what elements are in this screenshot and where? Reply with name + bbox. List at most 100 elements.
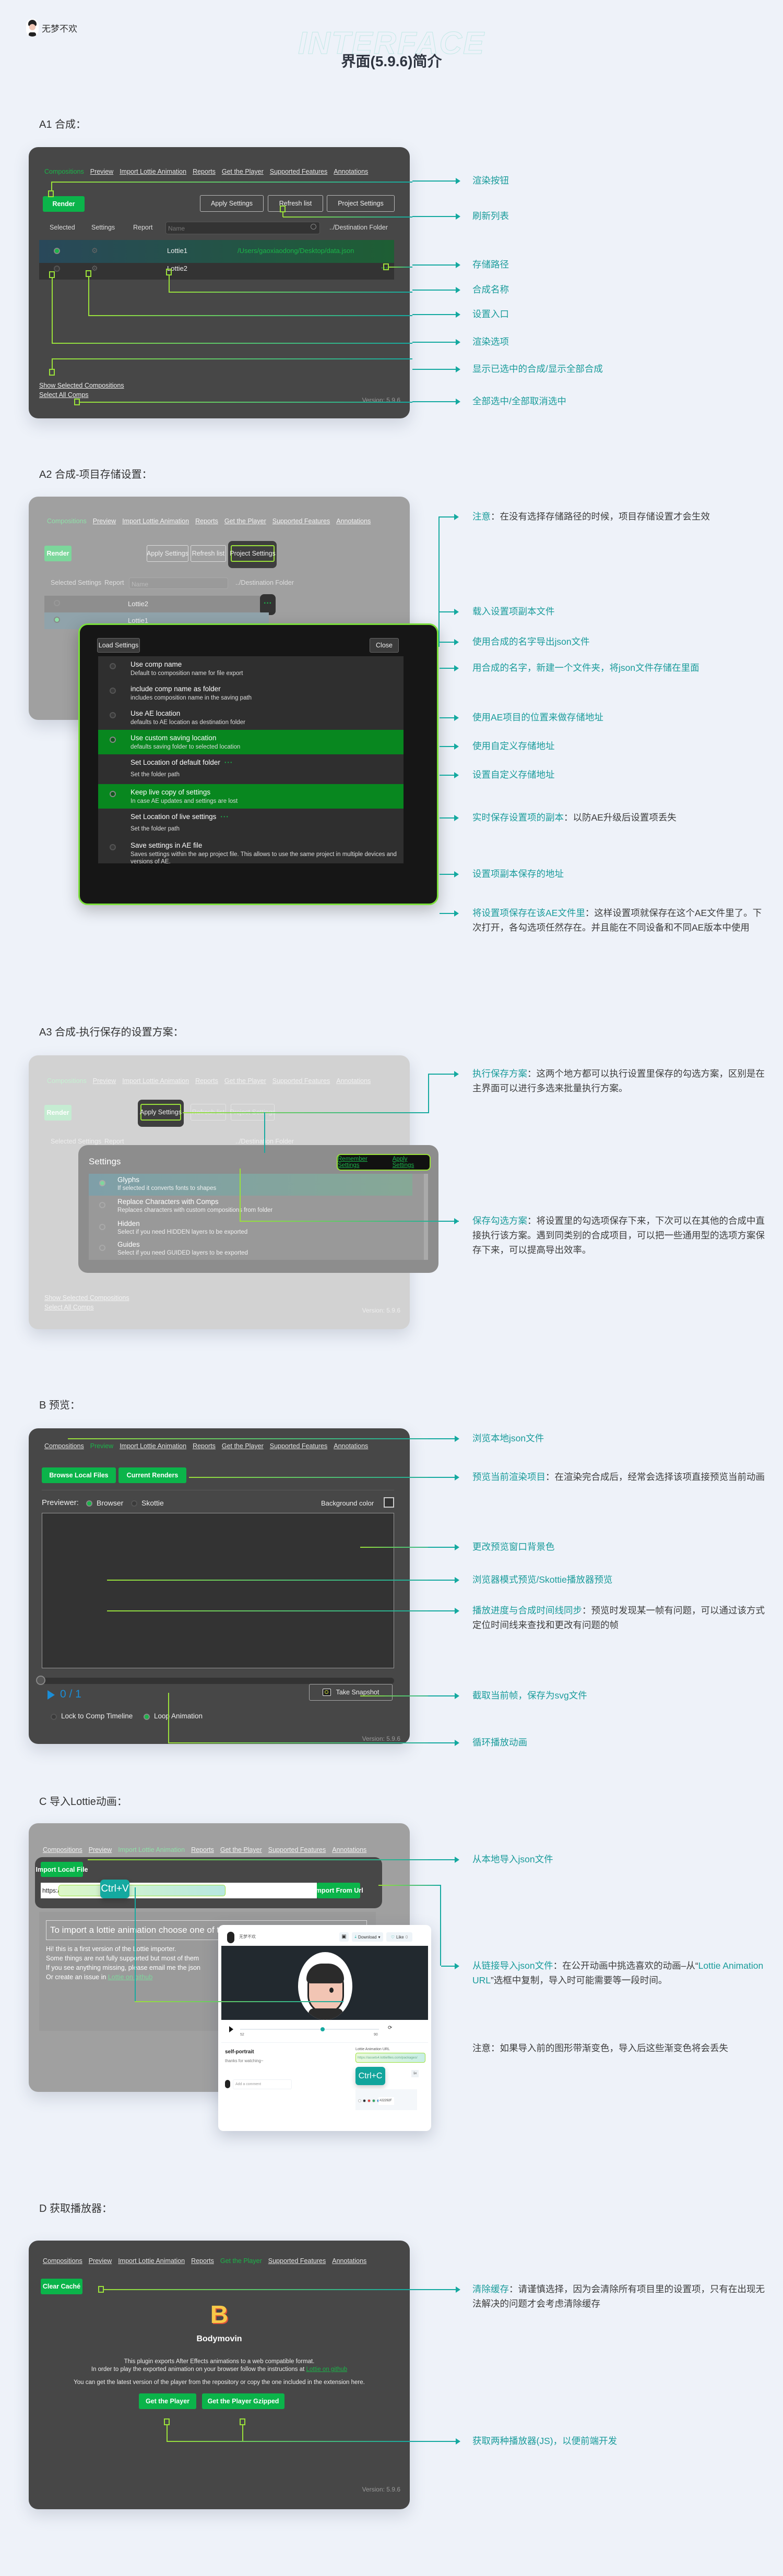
previewer-skottie-radio[interactable] [131,1500,137,1507]
speed-label[interactable]: 1x [411,2070,419,2077]
color-swatch[interactable] [358,2099,361,2102]
tab-annotations[interactable]: Annotations [336,517,371,525]
tab-annotations[interactable]: Annotations [332,2257,366,2265]
search-input[interactable]: Name [129,577,228,589]
url-input[interactable] [58,1885,226,1896]
tab-import[interactable]: Import Lottie Animation [118,2257,185,2265]
option-radio[interactable] [110,688,116,694]
setting-glyphs[interactable]: Glyphs If selected it converts fonts to … [89,1174,412,1196]
get-player-button[interactable]: Get the Player [139,2393,196,2409]
render-button[interactable]: Render [44,1105,72,1121]
lottie-seek-thumb[interactable] [321,2027,325,2031]
table-row[interactable]: Lottie2 [44,596,269,612]
tab-reports[interactable]: Reports [195,1077,218,1085]
tab-supported-features[interactable]: Supported Features [272,1077,330,1085]
project-settings-button[interactable]: Project Settings [230,545,276,562]
color-swatch[interactable] [363,2099,366,2102]
option-radio[interactable] [110,663,116,669]
option-include-comp-folder[interactable]: include comp name as folder includes com… [98,681,404,705]
tab-get-player[interactable]: Get the Player [220,1846,262,1853]
more-icon[interactable]: ··· [220,813,229,821]
option-use-comp-name[interactable]: Use comp name Default to composition nam… [98,656,404,681]
loop-icon[interactable]: ⟳ [388,2025,392,2031]
tab-supported-features[interactable]: Supported Features [268,2257,326,2265]
setting-radio[interactable] [99,1202,105,1208]
tab-preview[interactable]: Preview [90,168,113,175]
apply-settings-button[interactable]: Apply Settings [147,545,188,562]
take-snapshot-button[interactable]: Take Snapshot [309,1684,393,1701]
refresh-list-button[interactable]: Refresh list [268,195,323,212]
browse-local-files-button[interactable]: Browse Local Files [42,1467,116,1483]
lottie-seek-track[interactable] [240,2027,379,2031]
tab-import[interactable]: Import Lottie Animation [120,168,186,175]
previewer-browser-radio[interactable] [86,1500,92,1507]
option-radio[interactable] [110,737,116,743]
row-select-radio[interactable] [54,617,60,623]
tab-supported-features[interactable]: Supported Features [272,517,330,525]
play-icon[interactable] [48,1690,55,1700]
row-select-radio[interactable] [54,248,60,254]
color-swatch[interactable] [372,2099,375,2102]
tab-import[interactable]: Import Lottie Animation [118,1846,185,1853]
scrollbar[interactable] [424,1174,428,1260]
timeline-thumb[interactable] [36,1676,45,1685]
url-field[interactable]: https:// [41,1883,317,1898]
github-link[interactable]: Lottie on github [108,1973,153,1981]
lottie-url-field[interactable]: https://assets4.lottiefiles.com/packages… [355,2053,425,2063]
import-from-url-button[interactable]: Import From Url [314,1883,363,1898]
tab-preview[interactable]: Preview [89,2257,112,2265]
tab-compositions[interactable]: Compositions [47,517,87,525]
tab-annotations[interactable]: Annotations [332,1846,366,1853]
setting-guides[interactable]: Guides Select if you need GUIDED layers … [89,1238,412,1260]
bg-hex-field[interactable]: #22292F [378,2097,394,2105]
setting-radio[interactable] [99,1224,105,1230]
tab-reports[interactable]: Reports [193,1442,216,1450]
option-custom-location[interactable]: Use custom saving location defaults savi… [98,730,404,754]
tab-reports[interactable]: Reports [193,168,216,175]
render-button[interactable]: Render [44,546,72,561]
background-color-swatch[interactable] [384,1497,394,1508]
row-select-radio[interactable] [54,600,60,606]
tab-get-player[interactable]: Get the Player [224,517,266,525]
tab-compositions[interactable]: Compositions [43,1846,82,1853]
like-button[interactable]: ♡ Like 0 [386,1932,412,1942]
download-button[interactable]: ⤓ Download ▾ [352,1932,383,1942]
apply-settings-button[interactable]: Apply Settings [200,195,264,212]
search-input[interactable]: Name [165,222,320,234]
project-settings-button[interactable]: Project Settings [327,195,395,212]
select-all-link[interactable]: Select All Comps [39,391,88,399]
option-live-location[interactable]: Set Location of live settings ··· Set the… [98,809,404,837]
tab-reports[interactable]: Reports [191,2257,214,2265]
tab-get-player[interactable]: Get the Player [220,2257,262,2265]
tab-get-player[interactable]: Get the Player [222,168,264,175]
tab-compositions[interactable]: Compositions [47,1077,87,1085]
close-button[interactable]: Close [370,638,399,653]
tab-preview[interactable]: Preview [89,1846,112,1853]
gear-icon[interactable]: ⚙ [91,246,98,255]
tab-supported-features[interactable]: Supported Features [268,1846,326,1853]
show-selected-link[interactable]: Show Selected Compositions [39,382,124,389]
table-row[interactable]: ⚙ Lottie1 /Users/gaoxiaodong/Desktop/dat… [39,240,394,263]
color-swatch[interactable] [367,2099,371,2102]
apply-settings-button[interactable]: Apply Settings [140,1104,182,1121]
option-use-ae-location[interactable]: Use AE location defaults to AE location … [98,705,404,730]
github-link[interactable]: Lottie on github [306,2366,348,2373]
tab-import[interactable]: Import Lottie Animation [120,1442,186,1450]
refresh-list-button[interactable]: Refresh list [191,545,226,562]
clear-cache-button[interactable]: Clear Caché [41,2279,82,2294]
tab-preview[interactable]: Preview [93,1077,116,1085]
tab-annotations[interactable]: Annotations [334,1442,368,1450]
folder-add-icon[interactable]: ▣ [339,1932,349,1942]
tab-supported-features[interactable]: Supported Features [270,1442,328,1450]
render-button[interactable]: Render [43,196,85,212]
tab-annotations[interactable]: Annotations [334,168,368,175]
tab-annotations[interactable]: Annotations [336,1077,371,1085]
tab-get-player[interactable]: Get the Player [224,1077,266,1085]
destination-path[interactable]: /Users/gaoxiaodong/Desktop/data.json [238,247,354,255]
tab-compositions[interactable]: Compositions [44,168,84,175]
setting-radio[interactable] [99,1245,105,1251]
tab-reports[interactable]: Reports [191,1846,214,1853]
option-save-in-ae[interactable]: Save settings in AE file Saves settings … [98,837,404,865]
comment-input[interactable]: Add a comment [233,2079,292,2089]
tab-reports[interactable]: Reports [195,517,218,525]
